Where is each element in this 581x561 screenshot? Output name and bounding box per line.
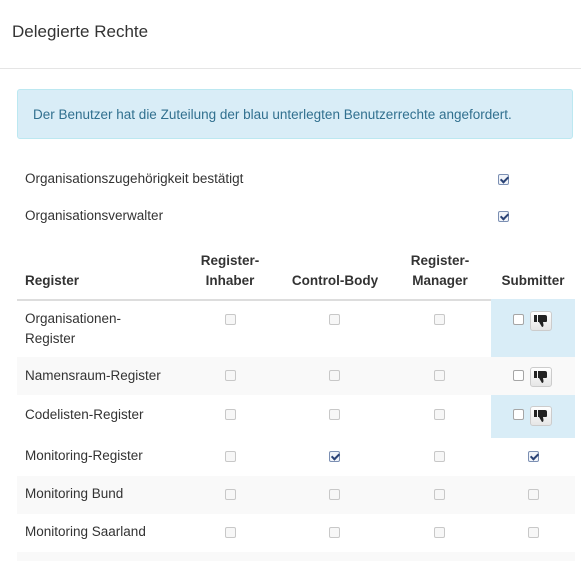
column-header-submitter: Submitter (501, 273, 565, 288)
manager-checkbox (434, 451, 445, 462)
control-body-checkbox[interactable] (329, 451, 340, 462)
control-body-checkbox (329, 314, 340, 325)
table-row: Monitoring-Register (17, 438, 575, 476)
submitter-checkbox (528, 489, 539, 500)
thumbs-down-icon (534, 371, 547, 383)
org-membership-checkbox[interactable] (498, 174, 509, 185)
column-header-manager: Register- Manager (390, 251, 490, 291)
table-row: Monitoring Saarland (17, 514, 575, 552)
inhaber-checkbox (225, 451, 236, 462)
column-header-inhaber: Register- Inhaber (180, 251, 280, 291)
table-row: Codelisten-Register (17, 395, 575, 438)
table-row: Organisationen- Register (17, 299, 575, 357)
register-name: Monitoring-Register (25, 448, 143, 463)
inhaber-checkbox (225, 527, 236, 538)
rights-table-header: Register Register- Inhaber Control-Body … (17, 243, 575, 301)
column-header-control-body: Control-Body (291, 273, 379, 288)
control-body-checkbox (329, 489, 340, 500)
register-name: Namensraum-Register (25, 368, 161, 383)
submitter-checkbox[interactable] (513, 409, 524, 420)
inhaber-checkbox (225, 314, 236, 325)
manager-checkbox (434, 527, 445, 538)
inhaber-checkbox (225, 409, 236, 420)
control-body-checkbox (329, 370, 340, 381)
page-title: Delegierte Rechte (12, 22, 149, 41)
table-row (17, 552, 575, 561)
permission-label-org-membership: Organisationszugehörigkeit bestätigt (25, 171, 244, 186)
table-row: Namensraum-Register (17, 357, 575, 395)
manager-checkbox (434, 409, 445, 420)
control-body-checkbox (329, 527, 340, 538)
submitter-checkbox[interactable] (513, 314, 524, 325)
column-header-manager-line2: Manager (412, 273, 468, 288)
register-name: Monitoring Bund (25, 486, 124, 501)
deny-request-button[interactable] (530, 311, 552, 331)
permission-label-org-admin: Organisationsverwalter (25, 208, 164, 223)
inhaber-checkbox (225, 489, 236, 500)
thumbs-down-icon (534, 315, 547, 327)
column-header-inhaber-line1: Register- (200, 253, 260, 268)
register-name: Organisationen- Register (25, 309, 121, 349)
column-header-manager-line1: Register- (410, 253, 470, 268)
control-body-checkbox (329, 409, 340, 420)
thumbs-down-icon (534, 410, 547, 422)
org-admin-checkbox[interactable] (498, 211, 509, 222)
register-name: Codelisten-Register (25, 407, 144, 422)
dialog-header: Delegierte Rechte (0, 0, 581, 69)
manager-checkbox (434, 489, 445, 500)
table-row: Monitoring Bund (17, 476, 575, 514)
register-name: Monitoring Saarland (25, 524, 146, 539)
deny-request-button[interactable] (530, 367, 552, 387)
inhaber-checkbox (225, 370, 236, 381)
column-header-inhaber-line2: Inhaber (205, 273, 255, 288)
deny-request-button[interactable] (530, 406, 552, 426)
submitter-checkbox (528, 527, 539, 538)
submitter-checkbox[interactable] (528, 451, 539, 462)
register-name-line1: Organisationen- (25, 311, 122, 326)
manager-checkbox (434, 370, 445, 381)
register-name-line2: Register (25, 331, 76, 346)
info-alert: Der Benutzer hat die Zuteilung der blau … (17, 89, 573, 139)
column-header-register: Register (25, 273, 80, 288)
submitter-checkbox[interactable] (513, 370, 524, 381)
manager-checkbox (434, 314, 445, 325)
